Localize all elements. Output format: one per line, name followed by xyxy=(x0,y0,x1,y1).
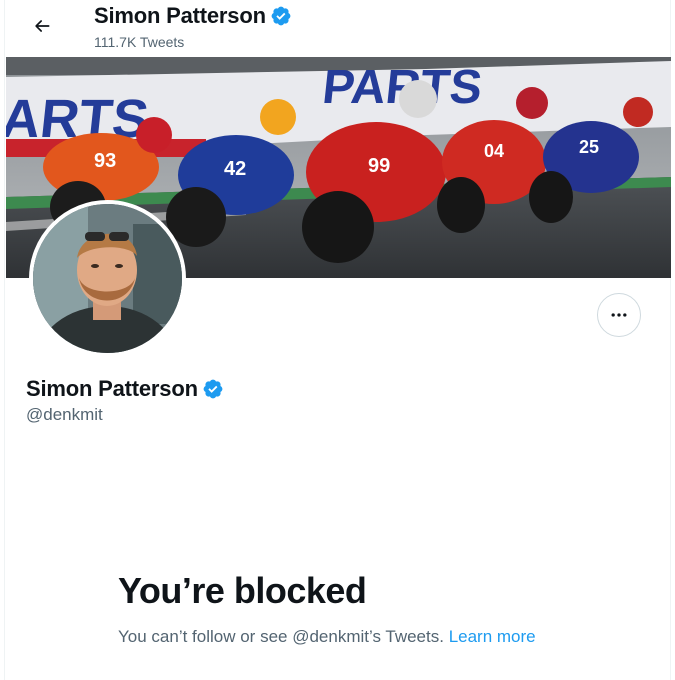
profile-column: Simon Patterson 111.7K Tweets ARTS PARTS… xyxy=(4,0,671,680)
more-horizontal-icon xyxy=(611,313,627,317)
verified-badge-icon xyxy=(203,379,223,399)
profile-avatar[interactable] xyxy=(29,200,186,357)
blocked-message: You can’t follow or see @denkmit’s Tweet… xyxy=(118,624,558,649)
arrow-left-icon xyxy=(35,20,50,32)
verified-badge-icon xyxy=(271,6,291,26)
header-name: Simon Patterson xyxy=(94,3,292,29)
profile-handle: @denkmit xyxy=(26,405,103,424)
tweet-count: 111.7K Tweets xyxy=(94,34,185,50)
profile-header: Simon Patterson 111.7K Tweets xyxy=(5,0,670,57)
blocked-message-text: You can’t follow or see @denkmit’s Tweet… xyxy=(118,627,444,646)
more-options-button[interactable] xyxy=(597,293,641,337)
avatar-image xyxy=(33,204,182,353)
blocked-title: You’re blocked xyxy=(118,570,367,611)
learn-more-link[interactable]: Learn more xyxy=(449,627,536,646)
header-name-text: Simon Patterson xyxy=(94,3,266,28)
svg-text:99: 99 xyxy=(368,155,390,177)
svg-text:25: 25 xyxy=(579,137,599,157)
svg-text:04: 04 xyxy=(484,141,504,161)
profile-name-text: Simon Patterson xyxy=(26,376,198,401)
profile-name: Simon Patterson xyxy=(26,376,224,402)
svg-text:42: 42 xyxy=(224,158,246,180)
back-button[interactable] xyxy=(25,9,59,43)
svg-text:93: 93 xyxy=(94,150,116,172)
